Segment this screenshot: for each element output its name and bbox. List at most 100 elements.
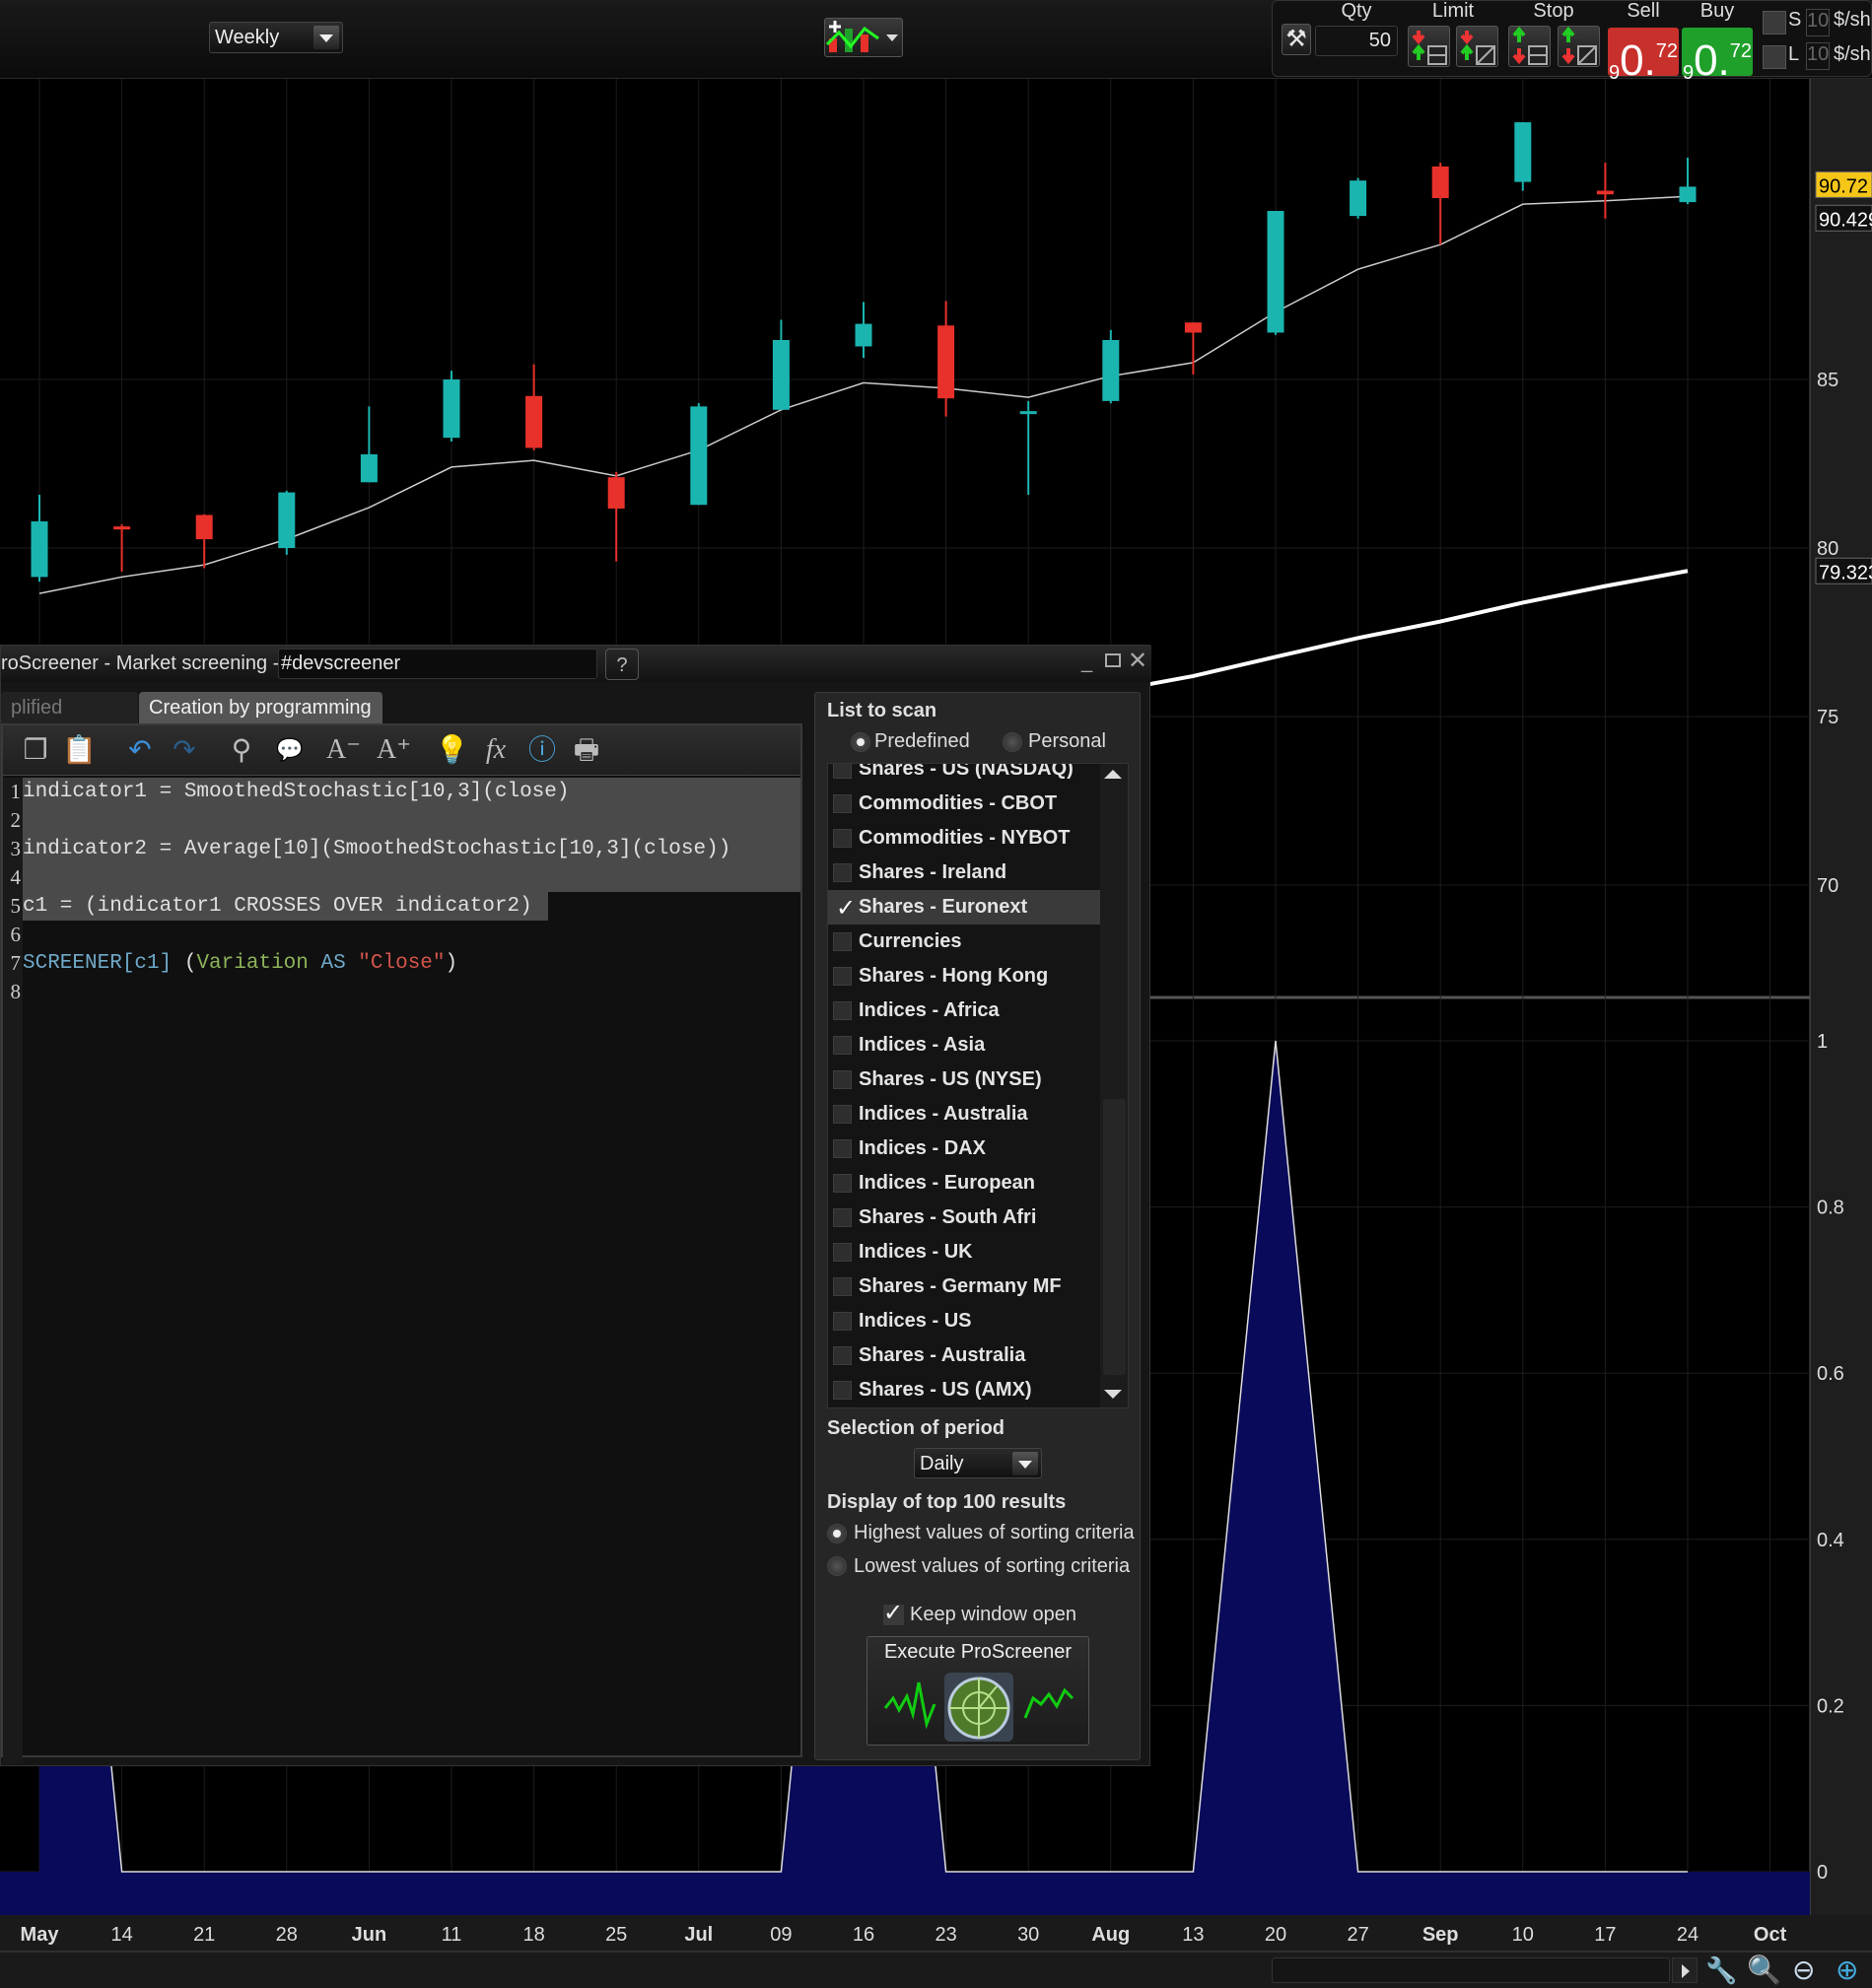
scan-period-dropdown[interactable]: Daily: [914, 1448, 1042, 1478]
function-icon[interactable]: fx: [479, 733, 513, 767]
market-list-item[interactable]: Indices - Asia: [828, 1028, 1100, 1063]
help-icon[interactable]: ⓘ: [525, 733, 559, 767]
s-input[interactable]: 10: [1806, 9, 1830, 36]
s-checkbox[interactable]: [1763, 11, 1786, 34]
market-checkbox[interactable]: [833, 1036, 852, 1055]
market-list-item[interactable]: ✓ Shares - Euronext: [828, 890, 1100, 925]
market-list-item[interactable]: Currencies: [828, 925, 1100, 959]
close-button[interactable]: ✕: [1128, 647, 1147, 675]
market-list-item[interactable]: Shares - US (NASDAQ): [828, 764, 1100, 787]
list-scrollbar[interactable]: [1100, 764, 1128, 1407]
market-list-item[interactable]: Shares - US (AMX): [828, 1373, 1100, 1407]
buy-label: Buy: [1699, 0, 1735, 22]
market-checkbox[interactable]: [833, 967, 852, 986]
zoom-out-icon[interactable]: ⊖: [1792, 1954, 1828, 1986]
market-checkbox[interactable]: ✓: [833, 895, 856, 922]
market-checkbox[interactable]: [833, 1208, 852, 1227]
lowest-values-radio[interactable]: [827, 1556, 847, 1576]
market-checkbox[interactable]: [833, 1381, 852, 1400]
code-line[interactable]: c1 = (indicator1 CROSSES OVER indicator2…: [23, 892, 532, 921]
execute-proscreener-button[interactable]: Execute ProScreener: [867, 1636, 1089, 1746]
redo-icon[interactable]: ↷: [168, 733, 201, 767]
market-list-item[interactable]: Indices - DAX: [828, 1131, 1100, 1166]
highest-values-radio[interactable]: [827, 1524, 847, 1543]
market-list[interactable]: Shares - US (AMX) Shares - Australia Indic…: [827, 763, 1129, 1408]
market-list-item[interactable]: Shares - US (NYSE): [828, 1063, 1100, 1097]
personal-radio[interactable]: [1003, 732, 1022, 752]
code-line[interactable]: SCREENER[c1] (Variation AS "Close"): [23, 949, 457, 978]
lightbulb-icon[interactable]: 💡: [435, 733, 469, 767]
market-list-item[interactable]: Commodities - CBOT: [828, 787, 1100, 821]
market-list-item[interactable]: Shares - Hong Kong: [828, 959, 1100, 994]
scroll-down-icon[interactable]: [1104, 1390, 1122, 1399]
market-checkbox[interactable]: [833, 1001, 852, 1020]
market-list-item[interactable]: Shares - South Afri: [828, 1200, 1100, 1235]
chart-settings-icon[interactable]: 🔧: [1705, 1955, 1737, 1986]
candle-body: [1596, 190, 1614, 195]
undo-icon[interactable]: ↶: [123, 733, 157, 767]
price-tick-label: 75: [1817, 707, 1838, 728]
period-dropdown[interactable]: Weekly: [209, 22, 343, 53]
scroll-up-icon[interactable]: [1104, 770, 1122, 779]
maximize-button[interactable]: [1105, 653, 1121, 667]
market-list-item[interactable]: Shares - Germany MF: [828, 1269, 1100, 1304]
market-checkbox[interactable]: [833, 932, 852, 951]
buy-button[interactable]: 90.72: [1682, 28, 1753, 85]
market-checkbox[interactable]: [833, 1174, 852, 1193]
stop-label: Stop: [1533, 0, 1574, 22]
scrollbar-thumb[interactable]: [1103, 1099, 1126, 1375]
scroll-right-button[interactable]: [1672, 1957, 1698, 1983]
s-label: S: [1788, 9, 1802, 31]
market-list-item[interactable]: Shares - Australia: [828, 1338, 1100, 1373]
zoom-fit-icon[interactable]: 🔍: [1747, 1954, 1781, 1986]
help-document-icon[interactable]: ?: [605, 649, 639, 680]
stop-buy-button[interactable]: [1508, 26, 1551, 67]
market-list-item[interactable]: Indices - European: [828, 1166, 1100, 1200]
market-checkbox[interactable]: [833, 863, 852, 882]
market-checkbox[interactable]: [833, 1346, 852, 1365]
limit-buy-button[interactable]: [1408, 26, 1450, 67]
code-line[interactable]: indicator2 = Average[10](SmoothedStochas…: [23, 835, 730, 863]
market-list-item[interactable]: Commodities - NYBOT: [828, 821, 1100, 856]
market-checkbox[interactable]: [833, 1105, 852, 1124]
market-checkbox[interactable]: [833, 1243, 852, 1262]
paste-icon[interactable]: 📋: [62, 733, 97, 767]
print-icon[interactable]: 🖶: [570, 733, 603, 767]
sell-button[interactable]: 90.72: [1608, 28, 1679, 85]
copy-icon[interactable]: ❐: [19, 733, 52, 767]
add-indicator-button[interactable]: [824, 18, 903, 57]
qty-input[interactable]: 50: [1315, 26, 1398, 56]
comment-icon[interactable]: 💬: [273, 733, 307, 767]
screener-name-input[interactable]: #devscreener: [278, 649, 597, 679]
market-checkbox[interactable]: [833, 1139, 852, 1158]
market-list-item[interactable]: Shares - Ireland: [828, 856, 1100, 890]
wrench-icon[interactable]: ⚒: [1282, 24, 1311, 55]
market-checkbox[interactable]: [833, 1277, 852, 1296]
market-checkbox[interactable]: [833, 829, 852, 848]
l-checkbox[interactable]: [1763, 45, 1786, 69]
market-list-item[interactable]: Indices - Africa: [828, 994, 1100, 1028]
keep-open-checkbox[interactable]: ✓: [883, 1602, 904, 1625]
zoom-in-icon[interactable]: ⊕: [1836, 1954, 1871, 1986]
market-checkbox[interactable]: [833, 794, 852, 813]
market-list-item[interactable]: Indices - Australia: [828, 1097, 1100, 1131]
tab-creation-by-programming[interactable]: Creation by programming: [139, 692, 382, 723]
market-checkbox[interactable]: [833, 764, 852, 779]
code-text-area[interactable]: 1 indicator1 = SmoothedStochastic[10,3](c…: [11, 778, 800, 1755]
market-label: Indices - DAX: [859, 1137, 986, 1159]
predefined-radio[interactable]: [851, 732, 870, 752]
market-list-item[interactable]: Indices - UK: [828, 1235, 1100, 1269]
market-checkbox[interactable]: [833, 1312, 852, 1331]
decrease-font-icon[interactable]: A⁻: [326, 733, 361, 767]
minimize-button[interactable]: _: [1081, 651, 1092, 674]
market-list-item[interactable]: Indices - US: [828, 1304, 1100, 1338]
search-icon[interactable]: ⚲: [225, 733, 258, 767]
horizontal-scrollbar[interactable]: [1272, 1957, 1670, 1983]
code-line[interactable]: indicator1 = SmoothedStochastic[10,3](cl…: [23, 778, 570, 806]
l-input[interactable]: 10: [1806, 42, 1830, 70]
increase-font-icon[interactable]: A⁺: [377, 733, 411, 767]
tab-simplified-creation[interactable]: plified creation: [1, 692, 138, 750]
market-checkbox[interactable]: [833, 1070, 852, 1089]
stop-sell-button[interactable]: [1558, 26, 1600, 67]
limit-sell-button[interactable]: [1456, 26, 1498, 67]
